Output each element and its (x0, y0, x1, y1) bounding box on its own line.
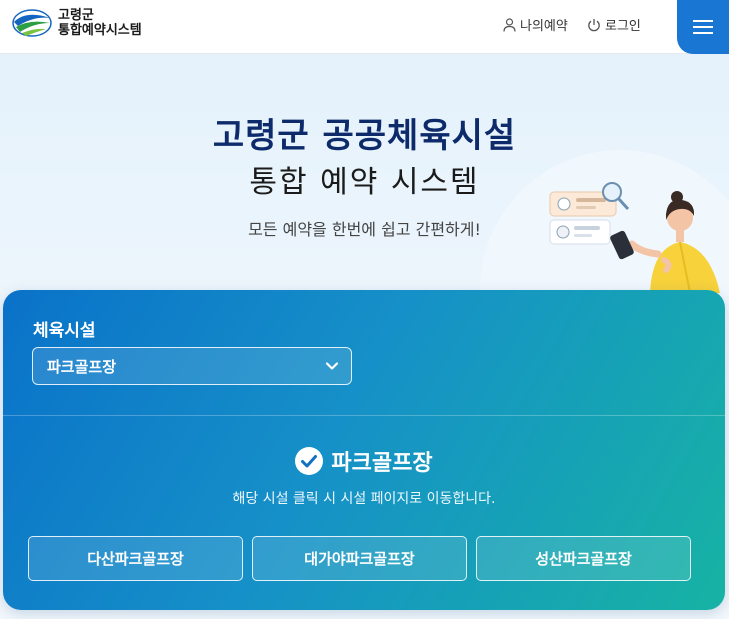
woman-with-phone-illustration (549, 182, 720, 293)
site-header: 고령군 통합예약시스템 나의예약 로그인 (0, 0, 729, 54)
user-icon (503, 17, 516, 32)
course-button-daegaya[interactable]: 대가야파크골프장 (252, 536, 467, 581)
logo-line1: 고령군 (58, 8, 94, 23)
hamburger-menu-icon (693, 20, 713, 34)
selected-facility-heading: 파크골프장 (3, 445, 725, 477)
course-button-dasan[interactable]: 다산파크골프장 (28, 536, 243, 581)
login-label: 로그인 (605, 19, 641, 34)
facility-guide-text: 해당 시설 클릭 시 시설 페이지로 이동합니다. (232, 491, 496, 507)
logo-mark-icon (12, 9, 52, 37)
my-reservation-link[interactable]: 나의예약 (503, 15, 568, 34)
facility-label: 체육시설 (33, 321, 96, 341)
logo-line2: 통합예약시스템 (58, 23, 142, 38)
facility-select[interactable]: 파크골프장 (32, 347, 352, 385)
power-icon (588, 18, 600, 31)
facility-search-panel: 체육시설 파크골프장 파크골프장 해당 시설 클릭 시 시설 페이지로 이동합니… (3, 290, 725, 610)
selected-facility-title: 파크골프장 (331, 451, 433, 476)
login-link[interactable]: 로그인 (587, 15, 641, 34)
check-circle-icon (295, 447, 324, 475)
logo-text: 고령군 통합예약시스템 (58, 8, 142, 38)
chevron-down-icon (325, 362, 339, 370)
site-logo[interactable]: 고령군 통합예약시스템 (12, 8, 142, 38)
hero-title-line1: 고령군 공공체육시설 (212, 116, 517, 156)
panel-divider (3, 415, 725, 416)
menu-button[interactable] (677, 0, 729, 54)
course-button-seongsan[interactable]: 성산파크골프장 (476, 536, 691, 581)
my-reservation-label: 나의예약 (520, 19, 568, 34)
facility-select-value: 파크골프장 (47, 357, 117, 376)
